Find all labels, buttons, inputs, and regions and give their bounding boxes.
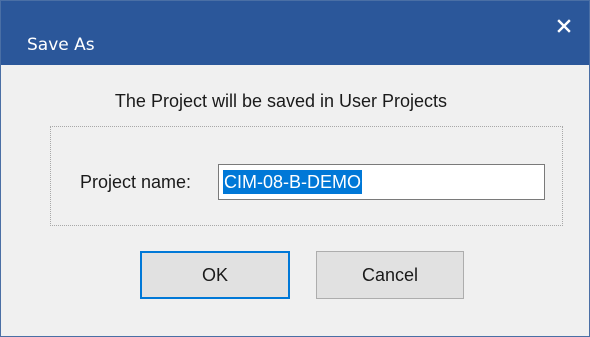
project-name-input[interactable]: CIM-08-B-DEMO xyxy=(218,164,545,200)
title-bar[interactable]: Save As xyxy=(1,1,589,65)
ok-button[interactable]: OK xyxy=(140,251,290,299)
save-location-message: The Project will be saved in User Projec… xyxy=(114,91,448,111)
close-icon xyxy=(557,19,571,33)
cancel-button[interactable]: Cancel xyxy=(316,251,464,299)
close-button[interactable] xyxy=(549,11,579,41)
project-name-value[interactable]: CIM-08-B-DEMO xyxy=(223,170,363,194)
dialog-title: Save As xyxy=(27,35,95,55)
project-name-label: Project name: xyxy=(80,172,192,192)
save-as-dialog: Save As The Project will be saved in Use… xyxy=(0,0,590,337)
